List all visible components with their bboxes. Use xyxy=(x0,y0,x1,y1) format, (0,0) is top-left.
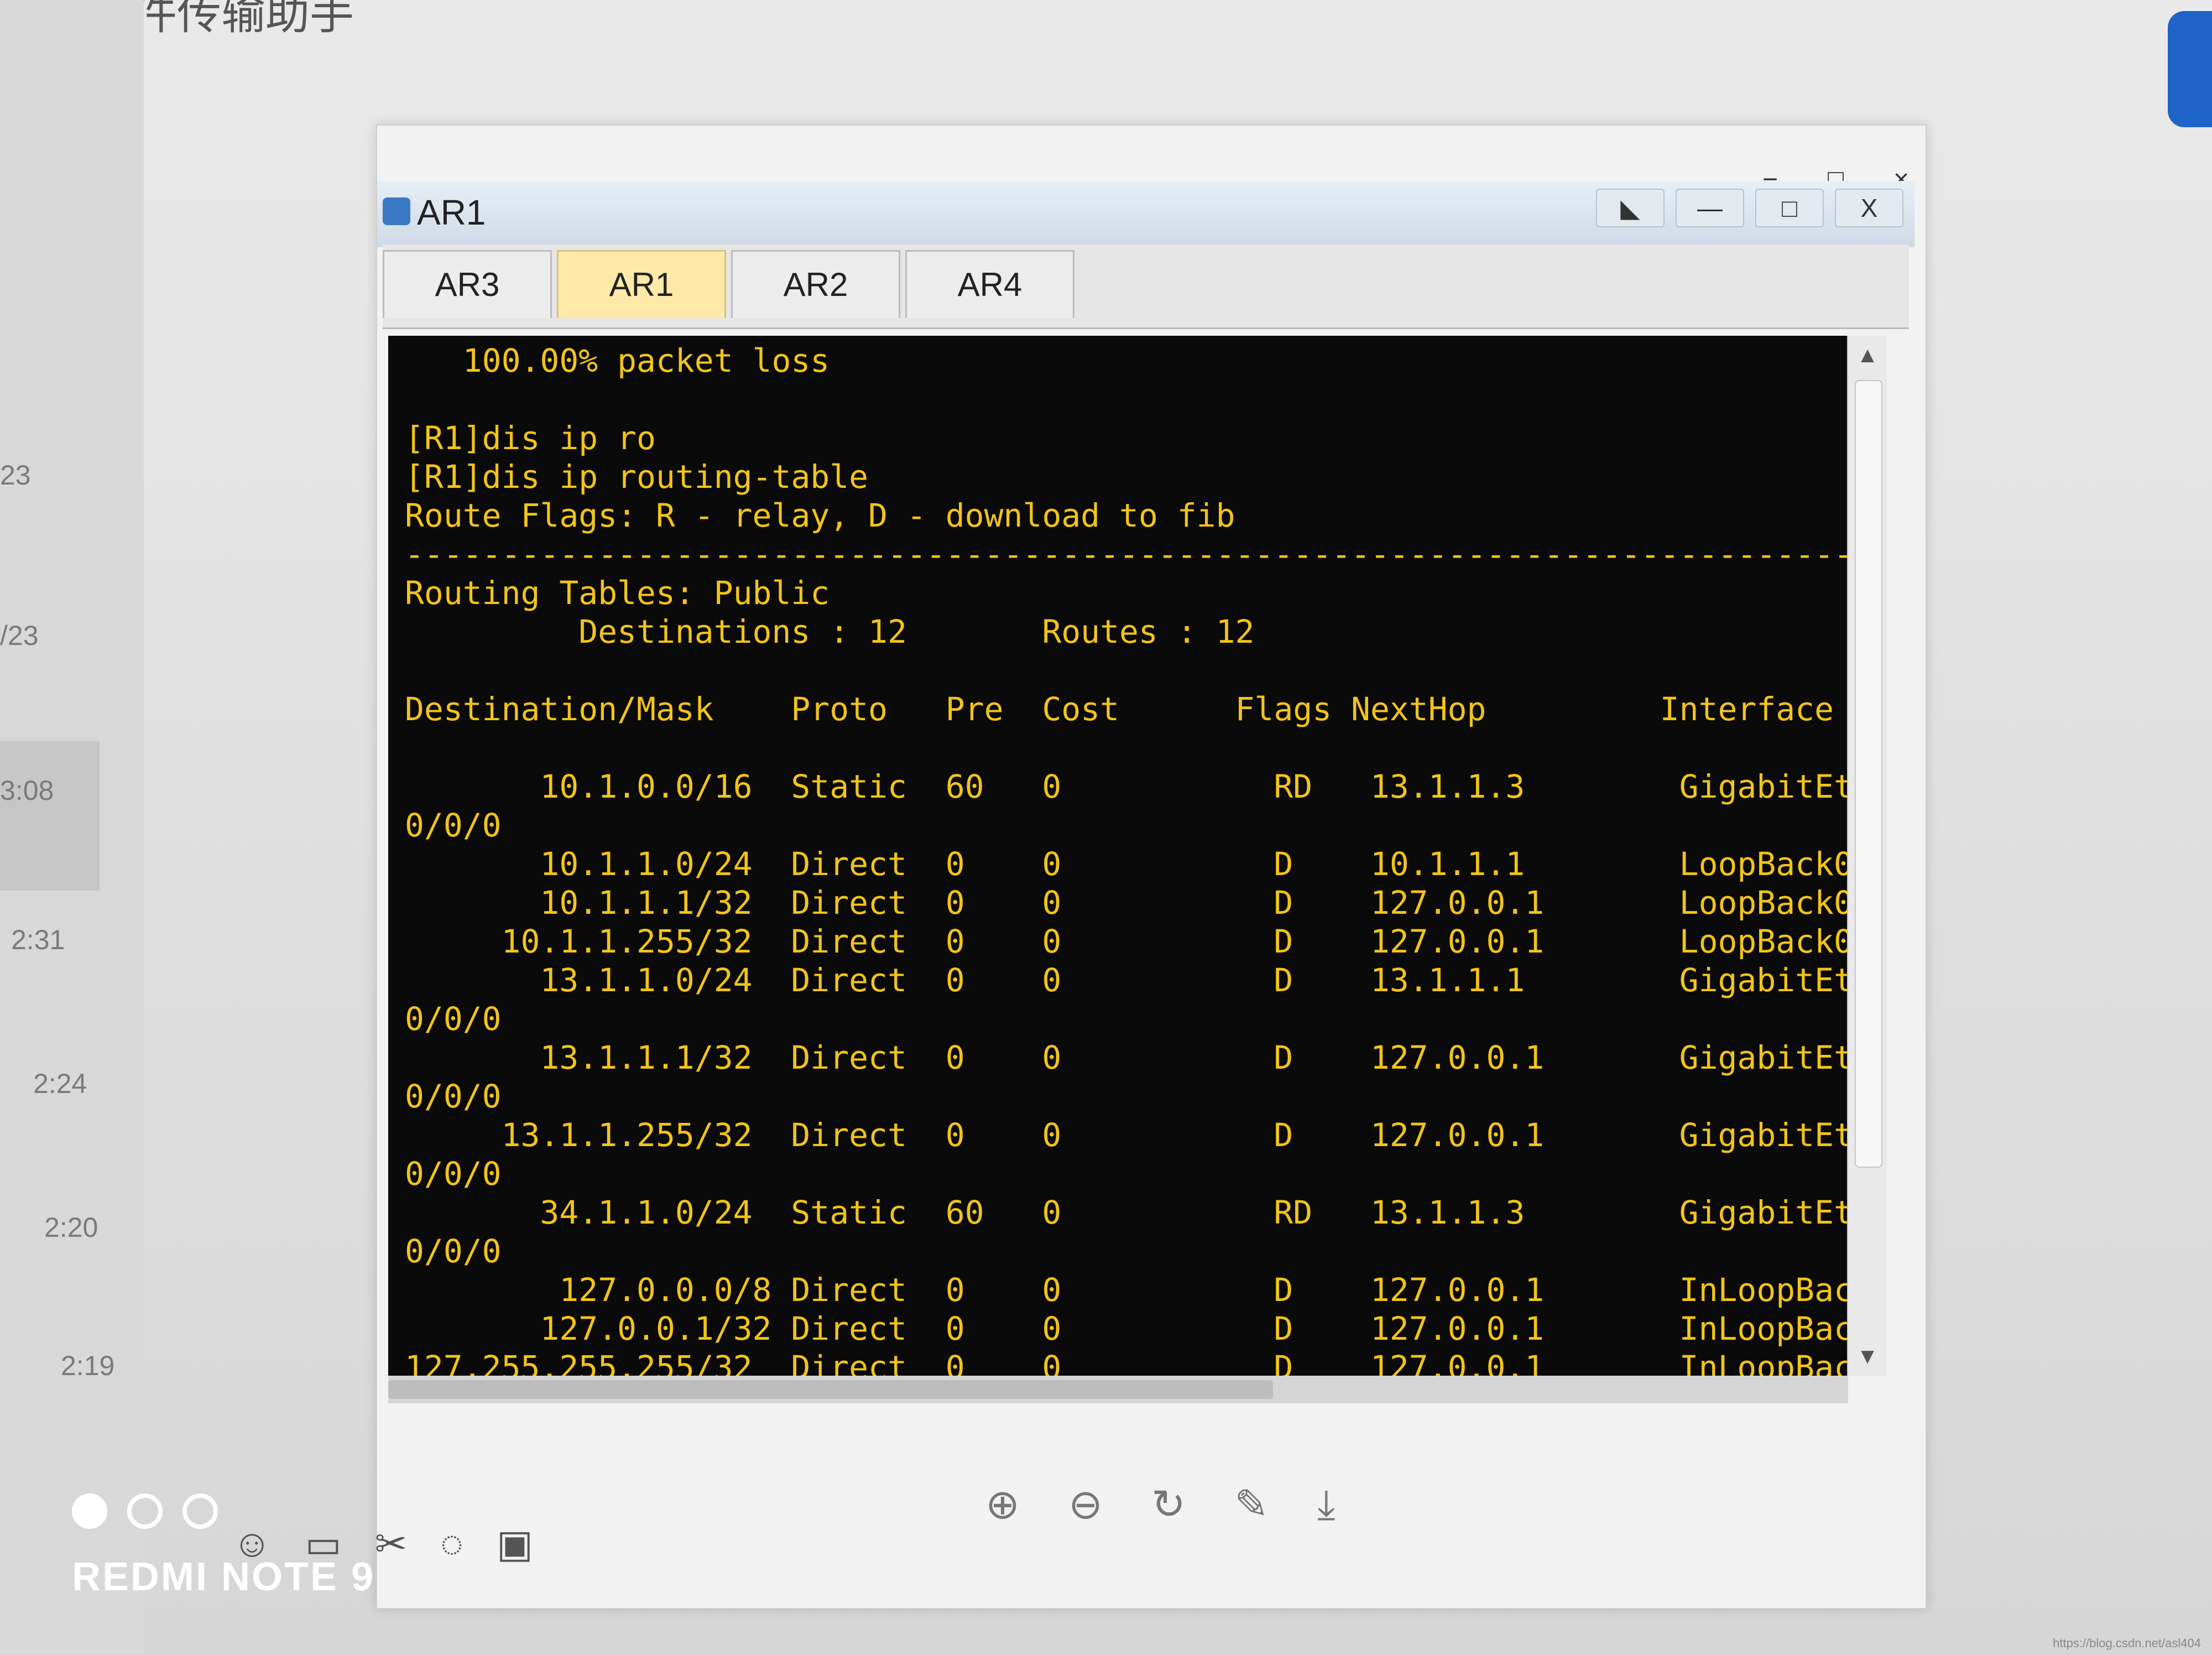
scroll-thumb[interactable] xyxy=(1855,380,1882,1168)
title-bar[interactable]: AR1 ◣ — □ X xyxy=(377,181,1914,247)
inner-minimize-button[interactable]: — xyxy=(1676,189,1744,227)
rotate-icon[interactable]: ↻ xyxy=(1151,1481,1186,1528)
inner-window-controls: ◣ — □ X xyxy=(1596,189,1903,227)
chat-time: /23 xyxy=(0,620,39,651)
tab-ar4[interactable]: AR4 xyxy=(905,250,1074,318)
window-title: AR1 xyxy=(417,192,486,232)
chat-time: 2:24 xyxy=(33,1068,87,1099)
image-viewer-toolbar: ⊕ ⊖ ↻ ✎ ⤓ xyxy=(377,1431,1926,1542)
inner-restore-button[interactable]: ◣ xyxy=(1596,189,1665,227)
corner-badge-icon xyxy=(2168,11,2212,127)
tab-ar3[interactable]: AR3 xyxy=(383,250,552,318)
source-watermark: https://blog.csdn.net/asl404 xyxy=(2053,1636,2201,1650)
zoom-in-icon[interactable]: ⊕ xyxy=(985,1481,1020,1528)
device-tabs: AR3 AR1 AR2 AR4 xyxy=(383,244,1909,329)
tab-ar1[interactable]: AR1 xyxy=(557,250,726,318)
download-icon[interactable]: ⤓ xyxy=(1317,1481,1335,1529)
monitor-icon[interactable]: ▣ xyxy=(497,1521,533,1566)
chat-time: 23 xyxy=(0,460,31,491)
chat-list[interactable]: 23 /23 3:08 2:31 2:24 2:20 2:19 xyxy=(0,0,144,1655)
inner-close-button[interactable]: X xyxy=(1835,189,1903,227)
scroll-down-icon[interactable]: ▼ xyxy=(1848,1337,1887,1376)
vertical-scrollbar[interactable]: ▲ ▼ xyxy=(1847,336,1887,1376)
horizontal-scroll-thumb[interactable] xyxy=(388,1380,1273,1399)
tab-ar2[interactable]: AR2 xyxy=(731,250,900,318)
scroll-up-icon[interactable]: ▲ xyxy=(1848,336,1887,374)
camera-dot xyxy=(127,1493,163,1529)
chat-time: 2:31 xyxy=(11,924,65,955)
zoom-out-icon[interactable]: ⊖ xyxy=(1068,1481,1103,1528)
cli-terminal[interactable]: 100.00% packet loss [R1]dis ip ro [R1]di… xyxy=(388,336,1887,1376)
chat-list-selected-item[interactable] xyxy=(0,741,100,891)
camera-dot xyxy=(72,1493,107,1529)
phone-brand-watermark: REDMI NOTE 9 xyxy=(72,1555,375,1599)
chat-bubble-icon[interactable]: ◌ xyxy=(440,1521,463,1566)
horizontal-scrollbar[interactable] xyxy=(388,1376,1848,1403)
screenshot-scissors-icon[interactable]: ✂ xyxy=(375,1521,408,1566)
chat-time: 2:19 xyxy=(61,1350,115,1381)
chat-time: 3:08 xyxy=(0,775,54,806)
app-icon xyxy=(383,197,410,225)
camera-dot xyxy=(182,1493,218,1529)
inner-maximize-button[interactable]: □ xyxy=(1755,189,1824,227)
edit-icon[interactable]: ✎ xyxy=(1234,1481,1269,1528)
camera-lens-dots xyxy=(72,1493,218,1529)
chat-time: 2:20 xyxy=(44,1212,98,1243)
ensp-cli-window: − □ × AR1 ◣ — □ X AR3 AR1 AR2 AR4 100.00… xyxy=(376,124,1927,1609)
terminal-output: 100.00% packet loss [R1]dis ip ro [R1]di… xyxy=(405,342,1887,1376)
